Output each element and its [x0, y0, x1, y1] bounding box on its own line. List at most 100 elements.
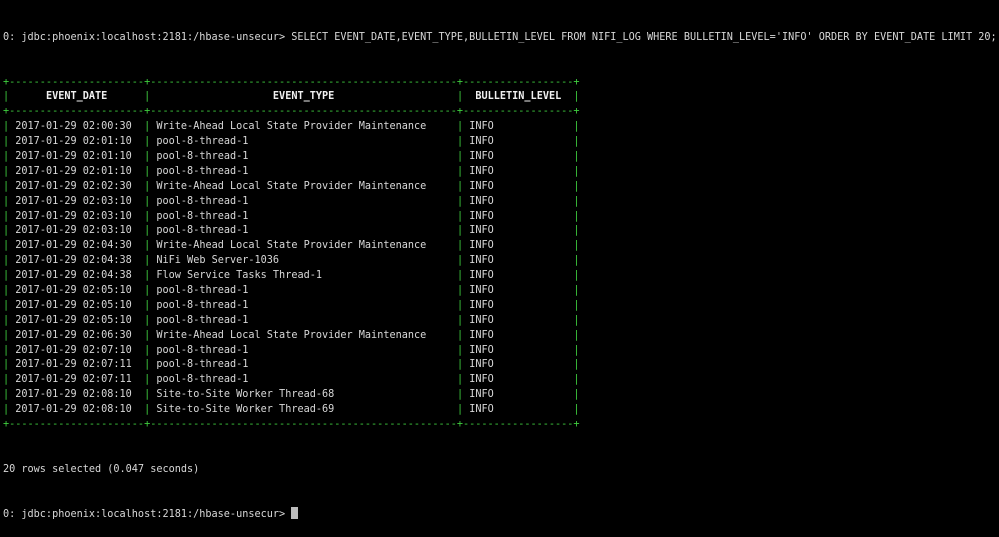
table-cell: pool-8-thread-1 [156, 165, 249, 177]
table-cell: INFO [469, 136, 494, 148]
column-header: BULLETIN_LEVEL [475, 91, 562, 103]
column-separator: | [456, 329, 464, 341]
column-separator: | [573, 180, 580, 192]
column-separator: | [3, 374, 10, 386]
column-separator: | [456, 359, 464, 371]
column-separator: | [144, 299, 151, 311]
prompt: 0: jdbc:phoenix:localhost:2181:/hbase-un… [3, 509, 286, 521]
column-separator: | [456, 389, 464, 401]
column-separator: | [3, 389, 10, 401]
table-cell: pool-8-thread-1 [156, 359, 249, 371]
column-separator: | [573, 195, 580, 207]
table-cell: 2017-01-29 02:01:10 [15, 150, 132, 162]
column-separator: | [144, 359, 151, 371]
table-cell: Site-to-Site Worker Thread-68 [156, 389, 335, 401]
table-cell: 2017-01-29 02:03:10 [15, 210, 132, 222]
column-separator: | [3, 270, 10, 282]
column-separator: | [144, 255, 151, 267]
column-separator: | [3, 165, 10, 177]
table-cell: INFO [469, 314, 494, 326]
column-separator: | [456, 225, 464, 237]
column-separator: | [573, 359, 580, 371]
input-line[interactable]: 0: jdbc:phoenix:localhost:2181:/hbase-un… [3, 507, 997, 522]
column-separator: | [456, 121, 464, 133]
table-cell: INFO [469, 344, 494, 356]
table-cell: INFO [469, 299, 494, 311]
table-cell: 2017-01-29 02:07:11 [15, 374, 132, 386]
column-separator: | [573, 91, 580, 103]
table-cell: INFO [469, 359, 494, 371]
column-separator: | [144, 150, 151, 162]
table-row: | 2017-01-29 02:06:30 | Write-Ahead Loca… [3, 329, 997, 344]
table-cell: 2017-01-29 02:01:10 [15, 165, 132, 177]
table-cell: 2017-01-29 02:04:38 [15, 270, 132, 282]
table-cell: INFO [469, 374, 494, 386]
table-cell: pool-8-thread-1 [156, 195, 249, 207]
table-cell: pool-8-thread-1 [156, 314, 249, 326]
table-cell: 2017-01-29 02:04:38 [15, 255, 132, 267]
column-separator: | [144, 165, 151, 177]
table-cell: INFO [469, 270, 494, 282]
column-separator: | [3, 121, 10, 133]
column-separator: | [573, 121, 580, 133]
table-row: | 2017-01-29 02:04:38 | NiFi Web Server-… [3, 254, 997, 269]
column-separator: | [573, 270, 580, 282]
column-separator: | [3, 180, 10, 192]
column-separator: | [456, 91, 464, 103]
table-cell: pool-8-thread-1 [156, 299, 249, 311]
column-separator: | [456, 240, 464, 252]
table-cell: pool-8-thread-1 [156, 225, 249, 237]
column-separator: | [456, 284, 464, 296]
table-cell: INFO [469, 195, 494, 207]
terminal-output[interactable]: 0: jdbc:phoenix:localhost:2181:/hbase-un… [3, 1, 997, 537]
table-cell: 2017-01-29 02:06:30 [15, 329, 132, 341]
table-row: | 2017-01-29 02:05:10 | pool-8-thread-1 … [3, 284, 997, 299]
table-row: | 2017-01-29 02:03:10 | pool-8-thread-1 … [3, 195, 997, 210]
table-row: | 2017-01-29 02:04:30 | Write-Ahead Loca… [3, 239, 997, 254]
table-header-row: | EVENT_DATE | EVENT_TYPE | BULLETIN_LEV… [3, 90, 997, 105]
column-separator: | [144, 314, 151, 326]
table-row: | 2017-01-29 02:07:11 | pool-8-thread-1 … [3, 358, 997, 373]
table-cell: Write-Ahead Local State Provider Mainten… [156, 180, 427, 192]
table-row: | 2017-01-29 02:00:30 | Write-Ahead Loca… [3, 120, 997, 135]
table-cell: 2017-01-29 02:08:10 [15, 389, 132, 401]
column-header: EVENT_TYPE [272, 91, 335, 103]
column-separator: | [573, 225, 580, 237]
column-separator: | [456, 270, 464, 282]
column-separator: | [3, 136, 10, 148]
column-separator: | [144, 210, 151, 222]
column-separator: | [573, 299, 580, 311]
column-separator: | [573, 165, 580, 177]
table-row: | 2017-01-29 02:01:10 | pool-8-thread-1 … [3, 165, 997, 180]
table-cell: pool-8-thread-1 [156, 284, 249, 296]
column-separator: | [144, 389, 151, 401]
table-cell: INFO [469, 255, 494, 267]
column-separator: | [144, 344, 151, 356]
column-separator: | [144, 374, 151, 386]
table-cell: INFO [469, 180, 494, 192]
column-separator: | [3, 195, 10, 207]
table-cell: INFO [469, 150, 494, 162]
column-separator: | [573, 374, 580, 386]
table-row: | 2017-01-29 02:05:10 | pool-8-thread-1 … [3, 314, 997, 329]
table-row: | 2017-01-29 02:07:10 | pool-8-thread-1 … [3, 344, 997, 359]
column-separator: | [573, 314, 580, 326]
column-separator: | [573, 210, 580, 222]
column-separator: | [144, 225, 151, 237]
table-row: | 2017-01-29 02:08:10 | Site-to-Site Wor… [3, 388, 997, 403]
prompt: 0: jdbc:phoenix:localhost:2181:/hbase-un… [3, 31, 286, 43]
table-cell: pool-8-thread-1 [156, 136, 249, 148]
column-separator: | [144, 195, 151, 207]
column-separator: | [573, 344, 580, 356]
table-cell: Flow Service Tasks Thread-1 [156, 270, 322, 282]
table-cell: pool-8-thread-1 [156, 210, 249, 222]
column-separator: | [573, 389, 580, 401]
table-cell: INFO [469, 240, 494, 252]
table-border: +----------------------+----------------… [3, 76, 580, 88]
column-separator: | [456, 165, 464, 177]
column-separator: | [573, 150, 580, 162]
table-cell: 2017-01-29 02:05:10 [15, 299, 132, 311]
column-separator: | [456, 314, 464, 326]
column-separator: | [144, 91, 151, 103]
column-separator: | [456, 180, 464, 192]
